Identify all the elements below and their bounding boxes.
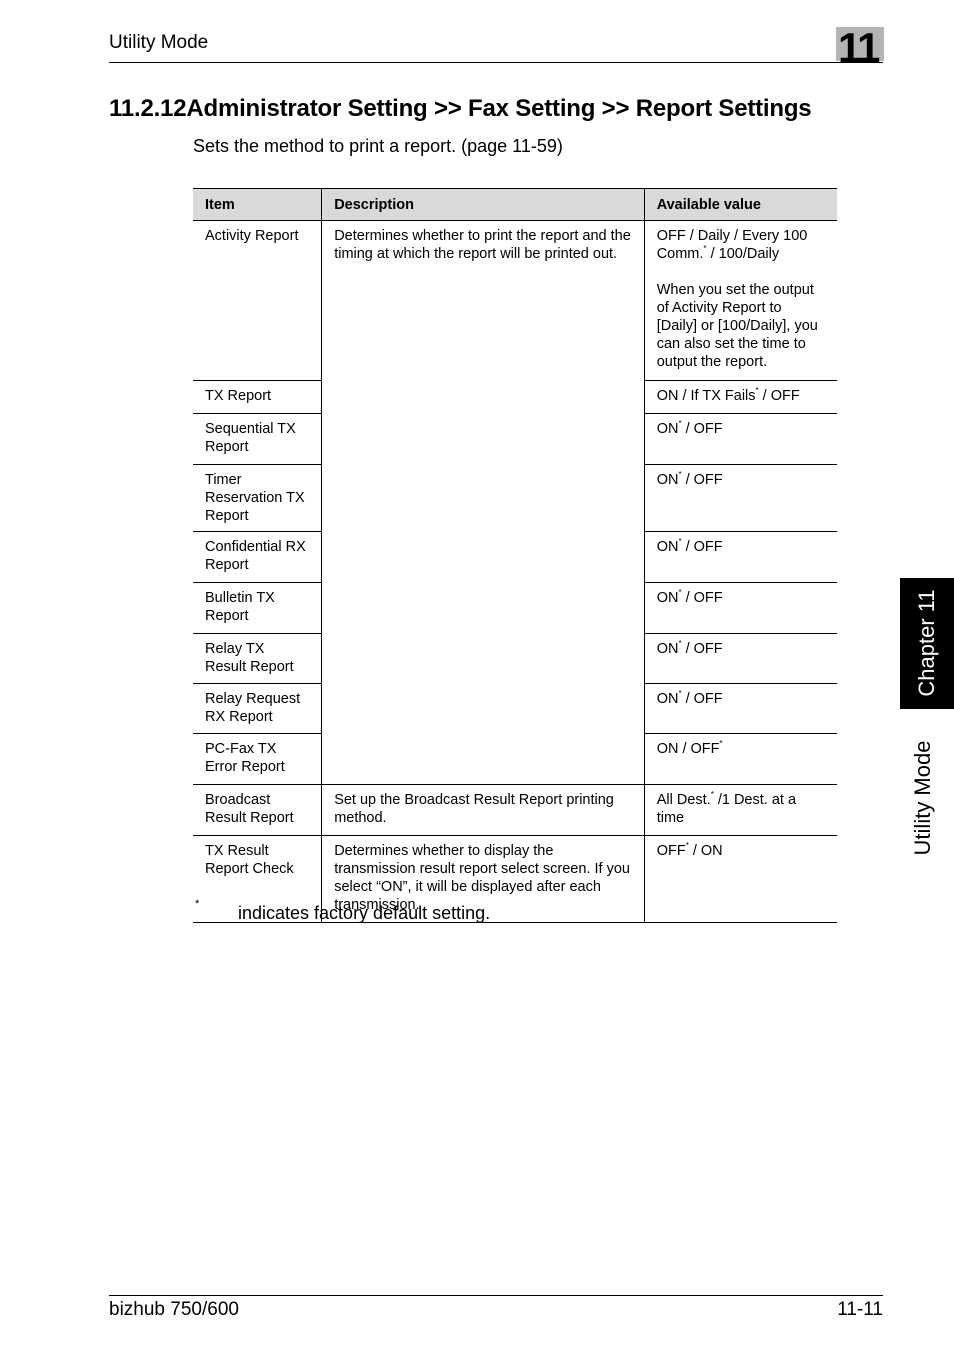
value-text: ON* / OFF <box>657 589 825 607</box>
value-option-text: / OFF <box>681 641 723 657</box>
item-cell: TX Report <box>193 380 322 414</box>
value-option-text: / OFF <box>681 421 723 437</box>
report-settings-table: Item Description Available value Activit… <box>193 188 837 923</box>
chapter-number: 11 <box>838 24 880 71</box>
header-rule <box>109 62 883 63</box>
item-cell: PC-Fax TX Error Report <box>193 733 322 785</box>
footer-product: bizhub 750/600 <box>109 1299 239 1320</box>
value-option-text: ON <box>656 691 679 707</box>
item-cell: Relay TX Result Report <box>193 633 322 684</box>
value-option-text: / OFF <box>758 388 800 404</box>
shared-description-cell: Determines whether to print the report a… <box>321 220 645 785</box>
value-text: ON* / OFF <box>657 690 825 708</box>
value-option-text: ON <box>656 641 679 657</box>
running-header-title: Utility Mode <box>109 32 209 53</box>
side-chapter-label: Chapter 11 <box>914 589 939 697</box>
available-value-cell: ON / If TX Fails* / OFF <box>643 380 837 414</box>
available-value-cell: ON* / OFF <box>643 633 837 684</box>
item-cell: Activity Report <box>193 220 322 381</box>
item-cell: Bulletin TX Report <box>193 582 322 634</box>
section-title: 11.2.12Administrator Setting >> Fax Sett… <box>109 95 812 122</box>
value-option-text: ON <box>656 590 679 606</box>
value-text: OFF / Daily / Every 100 Comm.* / 100/Dai… <box>657 227 825 263</box>
value-text: ON / OFF* <box>657 740 825 758</box>
footnote-asterisk: * <box>195 898 200 910</box>
available-value-cell: ON* / OFF <box>643 464 837 532</box>
available-value-cell: ON* / OFF <box>643 531 837 583</box>
value-option-text: / OFF <box>681 472 723 488</box>
value-text: ON* / OFF <box>657 538 825 556</box>
value-option-text: / ON <box>688 843 723 859</box>
side-section-label: Utility Mode <box>910 740 935 856</box>
item-cell: Timer Reservation TX Report <box>193 464 322 532</box>
available-value-cell: ON* / OFF <box>643 413 837 465</box>
default-marker: * <box>719 739 723 748</box>
available-value-cell: ON* / OFF <box>643 683 837 734</box>
available-value-cell: ON / OFF* <box>643 733 837 785</box>
value-option-text: OFF <box>656 843 686 859</box>
column-header-item: Item <box>193 188 322 221</box>
footer-page-number: 11-11 <box>837 1299 883 1320</box>
value-option-text: ON <box>656 421 679 437</box>
value-note: When you set the output of Activity Repo… <box>656 282 818 370</box>
available-value-cell: ON* / OFF <box>643 582 837 634</box>
value-text: OFF* / ON <box>657 842 825 860</box>
value-option-text: ON / If TX Fails <box>656 388 756 404</box>
value-option-text: / OFF <box>681 691 723 707</box>
value-option-text: ON <box>656 472 679 488</box>
available-value-cell: OFF / Daily / Every 100 Comm.* / 100/Dai… <box>643 220 837 381</box>
table-header-row: Item Description Available value <box>193 188 837 221</box>
table-row: Broadcast Result Report Set up the Broadc… <box>193 784 837 836</box>
value-option-text: / 100/Daily <box>706 246 780 262</box>
available-value-cell: All Dest.* /1 Dest. at a time <box>643 784 837 836</box>
value-text: ON* / OFF <box>657 471 825 489</box>
section-intro: Sets the method to print a report. (page… <box>193 136 563 156</box>
footnote-text: indicates factory default setting. <box>238 903 491 923</box>
available-value-cell: OFF* / ON <box>643 835 837 923</box>
column-header-description: Description <box>321 188 645 221</box>
value-text: All Dest.* /1 Dest. at a time <box>657 791 825 827</box>
item-cell: Broadcast Result Report <box>193 784 322 836</box>
item-cell: Sequential TX Report <box>193 413 322 465</box>
value-option-text: / OFF <box>681 539 723 555</box>
description-cell: Set up the Broadcast Result Report print… <box>321 784 645 836</box>
value-option-text: ON <box>656 539 679 555</box>
column-header-available-value: Available value <box>643 188 837 221</box>
table-row: Activity Report Determines whether to pri… <box>193 220 837 785</box>
value-option-text: All Dest. <box>656 792 711 808</box>
value-option-text: / OFF <box>681 590 723 606</box>
value-option-text: ON / OFF <box>656 741 720 757</box>
value-text: ON* / OFF <box>657 640 825 658</box>
value-text: ON / If TX Fails* / OFF <box>657 387 825 405</box>
footer-rule <box>109 1295 883 1296</box>
value-text: ON* / OFF <box>657 420 825 438</box>
item-cell: Relay Request RX Report <box>193 683 322 734</box>
item-cell: Confidential RX Report <box>193 531 322 583</box>
